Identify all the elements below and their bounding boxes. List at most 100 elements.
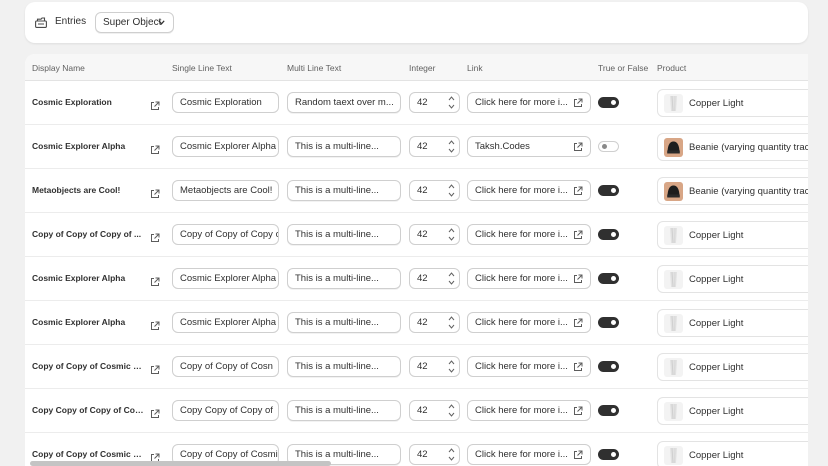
- true-false-toggle[interactable]: [598, 97, 619, 108]
- table-row[interactable]: Copy of Copy of Cosmic E... Copy of Copy …: [25, 345, 808, 389]
- table-row[interactable]: Copy Copy of Copy of Cos... Copy Copy of …: [25, 389, 808, 433]
- link-field[interactable]: Click here for more i...: [467, 356, 591, 377]
- display-name-cell[interactable]: Cosmic Exploration: [32, 97, 144, 107]
- link-field[interactable]: Click here for more i...: [467, 312, 591, 333]
- toggle-knob: [611, 320, 616, 325]
- integer-field[interactable]: 42: [409, 444, 460, 465]
- multi-line-text-field[interactable]: This is a multi-line...: [287, 268, 401, 289]
- multi-line-text-field[interactable]: This is a multi-line...: [287, 224, 401, 245]
- product-cell[interactable]: Beanie (varying quantity trac: [657, 177, 808, 205]
- link-field[interactable]: Click here for more i...: [467, 268, 591, 289]
- product-cell[interactable]: Copper Light: [657, 441, 808, 466]
- table-row[interactable]: Cosmic Explorer Alpha Cosmic Explorer Alp…: [25, 301, 808, 345]
- true-false-toggle[interactable]: [598, 273, 619, 284]
- display-name-cell[interactable]: Cosmic Explorer Alpha: [32, 273, 144, 283]
- integer-field[interactable]: 42: [409, 180, 460, 201]
- true-false-toggle[interactable]: [598, 405, 619, 416]
- display-name-cell[interactable]: Metaobjects are Cool!: [32, 185, 144, 195]
- single-line-text-field[interactable]: Copy of Copy of Cosn: [172, 356, 279, 377]
- link-field[interactable]: Click here for more i...: [467, 180, 591, 201]
- header-product[interactable]: Product: [657, 63, 686, 73]
- stepper-icon[interactable]: [448, 139, 455, 154]
- stepper-icon[interactable]: [448, 183, 455, 198]
- external-link-icon[interactable]: [150, 142, 160, 154]
- header-link[interactable]: Link: [467, 63, 483, 73]
- external-link-icon[interactable]: [150, 362, 160, 374]
- product-cell[interactable]: Beanie (varying quantity trac: [657, 133, 808, 161]
- single-line-text-field[interactable]: Cosmic Explorer Alpha: [172, 268, 279, 289]
- true-false-toggle[interactable]: [598, 229, 619, 240]
- table-row[interactable]: Cosmic Exploration Cosmic Exploration Rand…: [25, 81, 808, 125]
- multi-line-text-field[interactable]: This is a multi-line...: [287, 136, 401, 157]
- product-cell[interactable]: Copper Light: [657, 265, 808, 293]
- single-line-text-field[interactable]: Metaobjects are Cool!: [172, 180, 279, 201]
- stepper-icon[interactable]: [448, 271, 455, 286]
- stepper-icon[interactable]: [448, 403, 455, 418]
- table-row[interactable]: Copy of Copy of Copy of ... Copy of Copy …: [25, 213, 808, 257]
- product-cell[interactable]: Copper Light: [657, 221, 808, 249]
- table-row[interactable]: Metaobjects are Cool! Metaobjects are Coo…: [25, 169, 808, 213]
- object-type-dropdown[interactable]: Super Object: [95, 12, 174, 33]
- external-link-icon[interactable]: [150, 230, 160, 242]
- integer-field[interactable]: 42: [409, 224, 460, 245]
- product-cell[interactable]: Copper Light: [657, 309, 808, 337]
- integer-field[interactable]: 42: [409, 400, 460, 421]
- true-false-toggle[interactable]: [598, 185, 619, 196]
- header-multi-line-text[interactable]: Multi Line Text: [287, 63, 341, 73]
- single-line-text-field[interactable]: Cosmic Explorer Alpha: [172, 136, 279, 157]
- integer-field[interactable]: 42: [409, 136, 460, 157]
- integer-field[interactable]: 42: [409, 92, 460, 113]
- stepper-icon[interactable]: [448, 447, 455, 462]
- external-link-icon[interactable]: [150, 98, 160, 110]
- external-link-icon[interactable]: [150, 186, 160, 198]
- single-line-text-field[interactable]: Cosmic Explorer Alpha: [172, 312, 279, 333]
- link-field[interactable]: Taksh.Codes: [467, 136, 591, 157]
- external-link-icon[interactable]: [150, 450, 160, 462]
- multi-line-text-field[interactable]: Random taext over m...: [287, 92, 401, 113]
- header-single-line-text[interactable]: Single Line Text: [172, 63, 232, 73]
- header-true-or-false[interactable]: True or False: [598, 63, 648, 73]
- integer-field[interactable]: 42: [409, 268, 460, 289]
- product-cell[interactable]: Copper Light: [657, 397, 808, 425]
- true-false-toggle[interactable]: [598, 141, 619, 152]
- display-name-cell[interactable]: Cosmic Explorer Alpha: [32, 141, 144, 151]
- external-link-icon[interactable]: [150, 318, 160, 330]
- single-line-text-field[interactable]: Copy Copy of Copy of: [172, 400, 279, 421]
- header-integer[interactable]: Integer: [409, 63, 435, 73]
- true-false-toggle[interactable]: [598, 317, 619, 328]
- display-name-cell[interactable]: Cosmic Explorer Alpha: [32, 317, 144, 327]
- true-false-toggle[interactable]: [598, 449, 619, 460]
- link-field[interactable]: Click here for more i...: [467, 400, 591, 421]
- external-link-icon[interactable]: [150, 274, 160, 286]
- horizontal-scrollbar[interactable]: [30, 461, 331, 466]
- product-name: Copper Light: [689, 274, 744, 285]
- product-cell[interactable]: Copper Light: [657, 89, 808, 117]
- stepper-icon[interactable]: [448, 95, 455, 110]
- single-line-text-field[interactable]: Cosmic Exploration: [172, 92, 279, 113]
- stepper-icon[interactable]: [448, 315, 455, 330]
- copper-light-thumbnail: [664, 270, 683, 289]
- link-field[interactable]: Click here for more i...: [467, 444, 591, 465]
- product-cell[interactable]: Copper Light: [657, 353, 808, 381]
- stepper-icon[interactable]: [448, 359, 455, 374]
- multi-line-text-field[interactable]: This is a multi-line...: [287, 312, 401, 333]
- table-row[interactable]: Cosmic Explorer Alpha Cosmic Explorer Alp…: [25, 125, 808, 169]
- display-name-cell[interactable]: Copy of Copy of Cosmic E...: [32, 361, 144, 371]
- display-name-cell[interactable]: Copy Copy of Copy of Cos...: [32, 405, 144, 415]
- display-name-cell[interactable]: Copy of Copy of Cosmic E...: [32, 449, 144, 459]
- toggle-knob: [611, 364, 616, 369]
- multi-line-text-field[interactable]: This is a multi-line...: [287, 400, 401, 421]
- table-row[interactable]: Cosmic Explorer Alpha Cosmic Explorer Alp…: [25, 257, 808, 301]
- true-false-toggle[interactable]: [598, 361, 619, 372]
- multi-line-text-field[interactable]: This is a multi-line...: [287, 180, 401, 201]
- link-field[interactable]: Click here for more i...: [467, 92, 591, 113]
- integer-field[interactable]: 42: [409, 356, 460, 377]
- multi-line-text-field[interactable]: This is a multi-line...: [287, 356, 401, 377]
- display-name-cell[interactable]: Copy of Copy of Copy of ...: [32, 229, 144, 239]
- link-field[interactable]: Click here for more i...: [467, 224, 591, 245]
- external-link-icon[interactable]: [150, 406, 160, 418]
- stepper-icon[interactable]: [448, 227, 455, 242]
- single-line-text-field[interactable]: Copy of Copy of Copy c: [172, 224, 279, 245]
- integer-field[interactable]: 42: [409, 312, 460, 333]
- header-display-name[interactable]: Display Name: [32, 63, 85, 73]
